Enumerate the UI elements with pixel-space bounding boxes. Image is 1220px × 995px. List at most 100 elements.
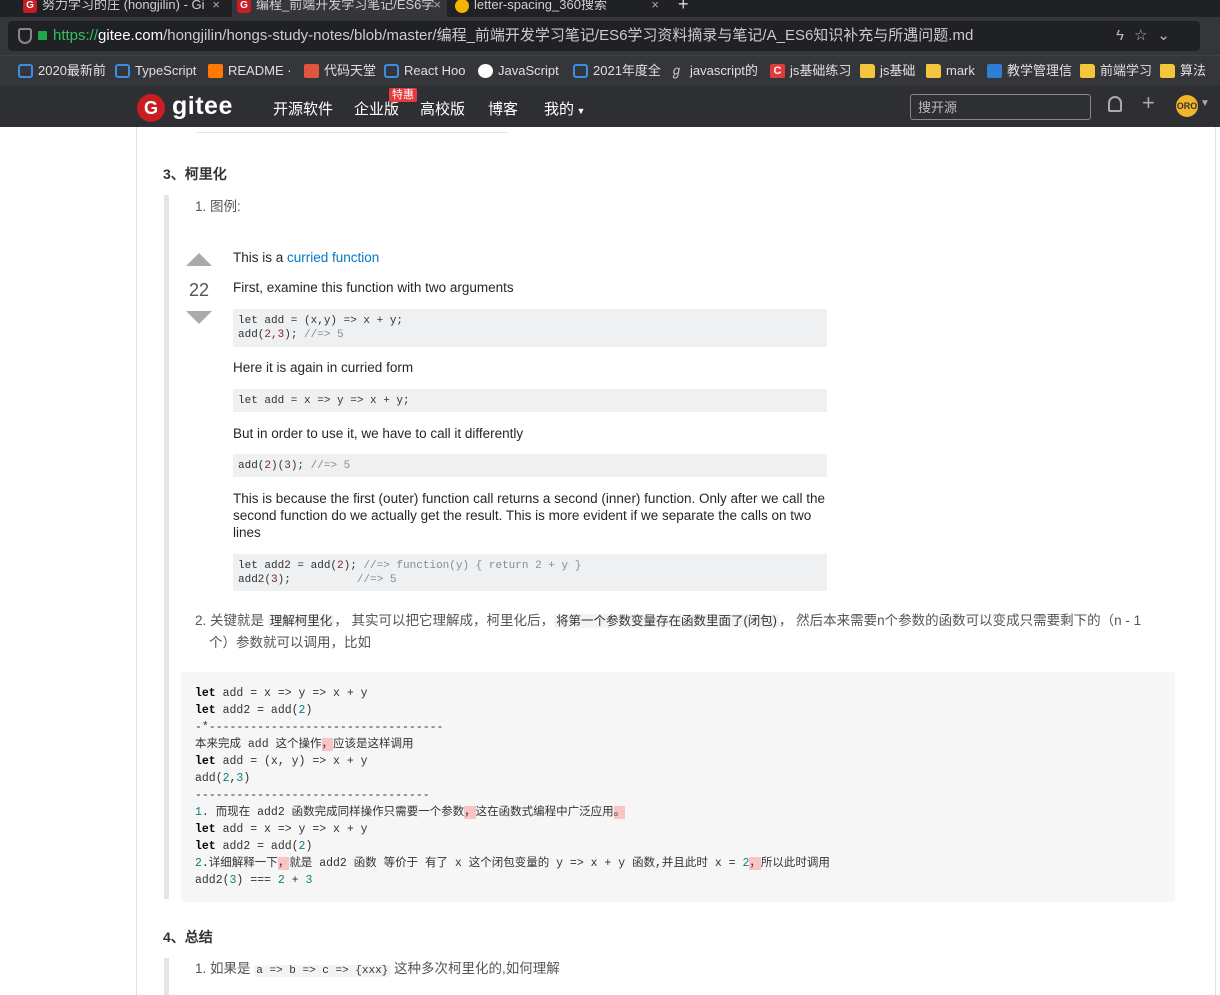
code-number: 2 (195, 857, 202, 870)
text: ， 其实可以把它理解成，柯里化后， (334, 613, 555, 628)
code-keyword: let (195, 823, 216, 836)
caret-down-icon: ▼ (574, 106, 586, 116)
code-line: add(2,3); //=> 5 (238, 329, 344, 341)
text: ， 然后本来需要n个参数的函数可以变成只需要剩下的（n - 1 (778, 613, 1142, 628)
table-bottom-border (197, 132, 507, 133)
code-token: )( (271, 460, 285, 472)
bookmark-item[interactable]: 教学管理信 (987, 62, 1072, 80)
url-action-icons[interactable]: ϟ☆⌄ (1116, 26, 1180, 44)
bilibili-icon (573, 64, 588, 78)
code-line: add = x => y => x + y (222, 687, 368, 700)
code-number: 2 (277, 874, 285, 887)
new-tab-icon[interactable]: + (678, 0, 689, 15)
answer-code-block: let add = (x,y) => x + y; add(2,3); //=>… (233, 309, 827, 347)
bookmark-folder[interactable]: mark (926, 62, 975, 80)
code-block: let add = x => y => x + y let add2 = add… (181, 672, 1175, 902)
search-input[interactable] (910, 94, 1091, 120)
code-token: 应该是这样调用 (333, 738, 414, 751)
bookmark-label: 教学管理信 (1007, 63, 1073, 78)
code-token: add2( (238, 574, 272, 586)
nav-blog[interactable]: 博客 (488, 98, 518, 119)
url-field[interactable]: https://gitee.com/hongjilin/hongs-study-… (8, 21, 1200, 51)
code-token: add( (238, 460, 265, 472)
readme-icon (208, 64, 223, 78)
code-token: . 而现在 add2 函数完成同样操作只需要一个参数 (201, 806, 465, 819)
code-token: 这在函数式编程中广泛应用 (475, 806, 614, 819)
plus-icon[interactable]: + (1142, 92, 1155, 114)
url-text[interactable]: https://gitee.com/hongjilin/hongs-study-… (53, 25, 973, 47)
lock-icon (38, 31, 47, 40)
bookmark-item[interactable]: 代码天堂 (304, 62, 376, 80)
code-token: ) (305, 840, 313, 853)
text: 2. 关键就是 (195, 613, 268, 628)
nav-education[interactable]: 高校版 (420, 98, 465, 119)
code-error-mark: ， (464, 806, 476, 819)
code-token: 3 (271, 574, 278, 586)
bookmark-item[interactable]: Cjs基础练习 (770, 62, 851, 80)
url-host: gitee.com (98, 27, 164, 44)
code-line: let add2 = add(2); //=> function(y) { re… (238, 560, 581, 572)
bookmark-item[interactable]: JavaScript (478, 62, 559, 80)
downvote-icon (186, 311, 212, 324)
code-comment: //=> function(y) { return 2 + y } (363, 560, 582, 572)
answer-paragraph: Here it is again in curried form (233, 360, 414, 375)
bell-icon[interactable] (1108, 96, 1122, 112)
code-token: add2 = add( (222, 704, 299, 717)
code-token: ) === (236, 874, 278, 887)
bookmark-item[interactable]: TypeScript (115, 62, 196, 80)
close-icon[interactable]: × (651, 0, 659, 15)
gitee-favicon-icon: G (237, 0, 251, 13)
nav-mine[interactable]: 我的 ▼ (544, 98, 585, 119)
js-site-icon: ℊ (670, 63, 684, 78)
code-token: 所以此时调用 (760, 857, 830, 870)
code-token: ); (277, 574, 357, 586)
avatar[interactable]: ORO (1176, 95, 1198, 117)
code-line: ---------------------------------- (195, 789, 430, 802)
text: This is a (233, 250, 288, 265)
answer-code-block: let add = x => y => x + y; (233, 389, 827, 412)
text: 1. 如果是 (195, 961, 255, 976)
bookmark-folder[interactable]: 前端学习 (1080, 62, 1152, 80)
answer-paragraph: But in order to use it, we have to call … (233, 426, 524, 441)
gitee-logo-icon[interactable]: G (137, 94, 165, 122)
code-line: add = (x, y) => x + y (222, 755, 368, 768)
education-site-icon (987, 64, 1002, 78)
bookmark-label: 前端学习 (1100, 63, 1153, 78)
bookmark-folder[interactable]: js基础 (860, 62, 915, 80)
code-keyword: let (195, 704, 216, 717)
window-edge (1206, 17, 1220, 57)
bookmark-item[interactable]: README · (208, 62, 292, 80)
bookmark-item[interactable]: React Hoo (384, 62, 465, 80)
bookmark-label: js基础 (880, 63, 916, 78)
close-icon[interactable]: × (212, 0, 220, 15)
bookmark-item[interactable]: 2020最新前 (18, 62, 106, 80)
bookmark-label: README · (228, 63, 292, 78)
nav-open-source[interactable]: 开源软件 (273, 98, 333, 119)
bookmark-item[interactable]: ℊ javascript的 (670, 62, 758, 80)
shield-icon (18, 28, 32, 44)
code-token: 本来完成 add 这个操作 (195, 738, 322, 751)
browser-tab-3[interactable]: letter-spacing_360搜索 × (450, 0, 665, 17)
gitee-logo-text[interactable]: gitee (172, 90, 233, 122)
browser-tab-1[interactable]: G 努力学习的庄 (hongjilin) - Gi × (18, 0, 226, 17)
chevron-down-icon[interactable]: ▼ (1200, 98, 1210, 109)
bilibili-icon (18, 64, 33, 78)
url-path: /hongjilin/hongs-study-notes/blob/master… (163, 27, 974, 44)
bookmark-label: javascript的 (690, 63, 758, 78)
answer-code-block: let add2 = add(2); //=> function(y) { re… (233, 554, 827, 591)
code-token: ); (343, 560, 364, 572)
bookmark-label: 算法 (1180, 63, 1207, 78)
url-scheme: https:// (53, 27, 99, 44)
bookmark-folder[interactable]: 算法 (1160, 62, 1206, 80)
code-comment: //=> 5 (304, 329, 344, 341)
close-icon[interactable]: × (433, 0, 441, 15)
bookmark-item[interactable]: 2021年度全 (573, 62, 661, 80)
code-token: add( (195, 772, 223, 785)
browser-tab-2[interactable]: G 编程_前端开发学习笔记/ES6学 × (232, 0, 447, 17)
code-token: add2( (195, 874, 230, 887)
code-error-mark: 。 (613, 806, 626, 819)
code-error-mark: ， (277, 857, 290, 870)
bookmark-label: 2021年度全 (593, 63, 661, 78)
bilibili-icon (115, 64, 130, 78)
nav-mine-label: 我的 (544, 101, 575, 118)
